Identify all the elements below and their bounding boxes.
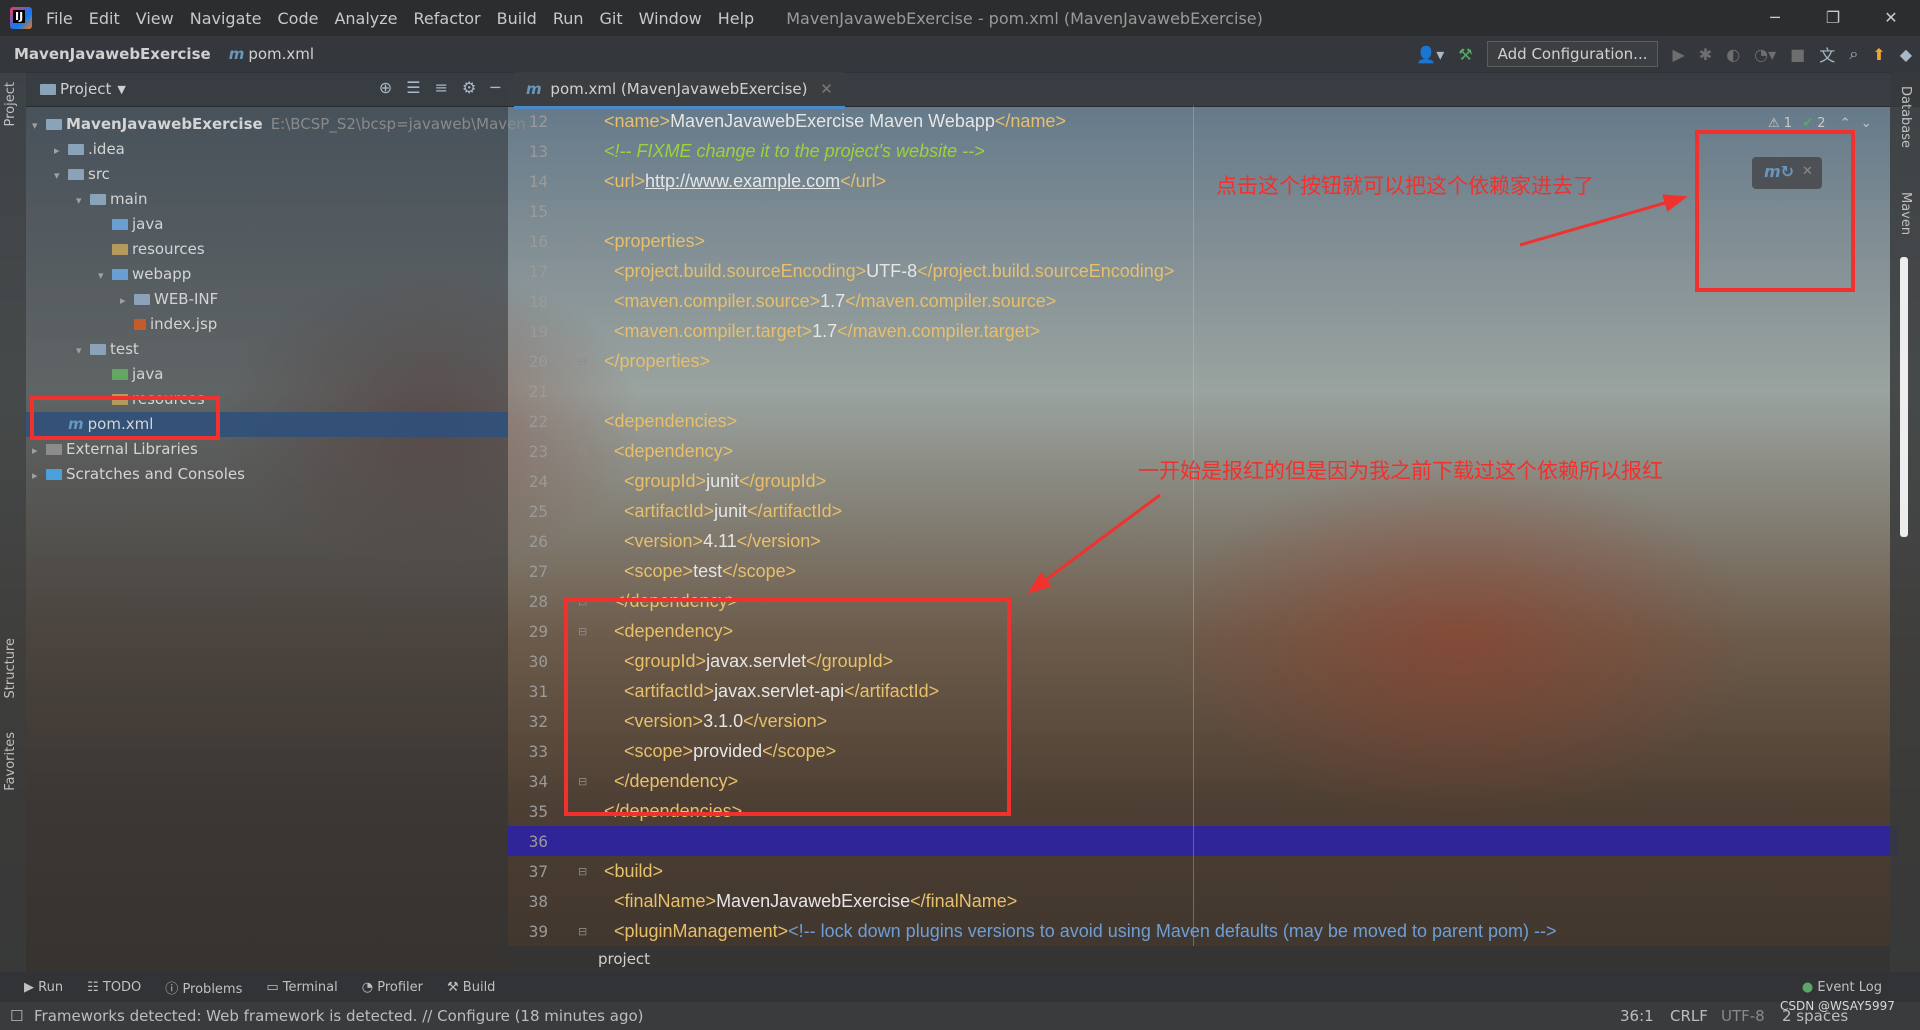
annotation-arrow-top — [1519, 194, 1688, 247]
annotation-arrows — [1027, 194, 1688, 594]
annotation-arrow-middle — [1027, 493, 1161, 594]
